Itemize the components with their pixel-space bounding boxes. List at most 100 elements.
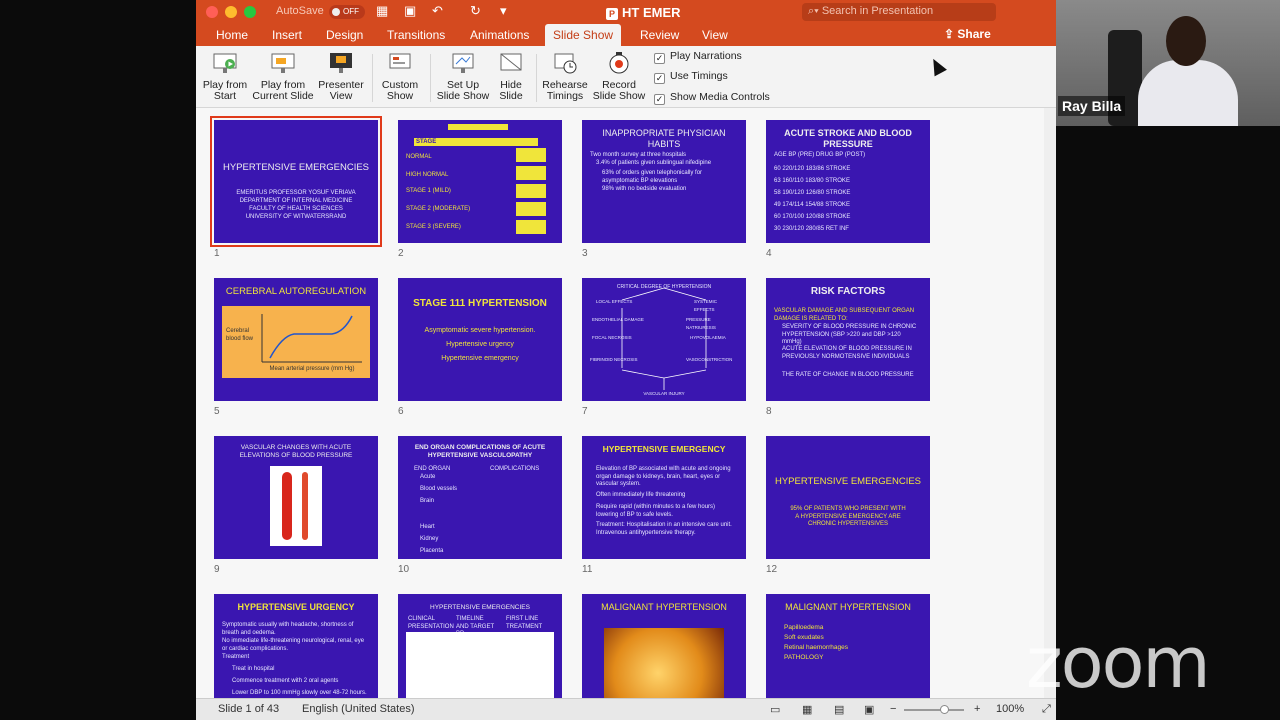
slide-thumbnail[interactable]: STAGE NORMAL HIGH NORMAL STAGE 1 (MILD) … [398,120,562,243]
slide-number: 11 [582,564,593,575]
slide-show-view-icon[interactable]: ▣ [864,703,874,716]
tab-transitions[interactable]: Transitions [379,24,453,46]
slide-thumbnail[interactable]: INAPPROPRIATE PHYSICIAN HABITS Two month… [582,120,746,243]
slide-number: 10 [398,564,410,575]
ribbon-separator [372,54,373,102]
value-cell [516,166,546,180]
normal-view-icon[interactable]: ▭ [770,703,780,716]
slide-thumbnail[interactable]: END ORGAN COMPLICATIONS OF ACUTE HYPERTE… [398,436,562,559]
slide-title: STAGE 111 HYPERTENSION [413,298,547,309]
slide-thumbnail[interactable]: CRITICAL DEGREE OF HYPERTENSION LOCAL EF… [582,278,746,401]
fit-to-window-icon[interactable]: ⤢ [1042,703,1051,716]
minimize-window-button[interactable] [225,6,237,18]
slide-thumbnail[interactable]: RISK FACTORS VASCULAR DAMAGE AND SUBSEQU… [766,278,930,401]
zoom-slider[interactable] [904,705,964,714]
slide-text: Commence treatment with 2 oral agents [232,678,339,684]
slide-thumbnail[interactable]: VASCULAR CHANGES WITH ACUTE ELEVATIONS O… [214,436,378,559]
slide-sorter-view-icon[interactable]: ▦ [802,703,812,716]
ribbon-separator [536,54,537,102]
slide-title: MALIGNANT HYPERTENSION [785,602,911,612]
zoom-window-button[interactable] [244,6,256,18]
slide-thumbnail[interactable]: HYPERTENSIVE EMERGENCIES EMERITUS PROFES… [210,116,382,247]
slide-thumbnail[interactable]: CEREBRAL AUTOREGULATION Cerebral blood f… [214,278,378,401]
zoom-out-icon[interactable]: − [890,703,896,715]
language-indicator[interactable]: English (United States) [302,703,415,715]
tab-home[interactable]: Home [208,24,256,46]
redo-icon[interactable]: ↻ [470,3,481,19]
title-bar: AutoSave OFF ▦ ▣ ↶ ↻ ▾ P HT EMER ⌕▾ Searc… [196,0,1056,24]
undo-icon[interactable]: ↶ [432,3,443,19]
value-cell [516,148,546,162]
slide-title: HYPERTENSIVE EMERGENCIES [430,604,530,611]
zoom-level[interactable]: 100% [996,703,1024,715]
tab-insert[interactable]: Insert [264,24,310,46]
slide-text: Treatment [222,654,250,660]
slide-text: 30 230/120 280/85 RET INF [774,226,849,232]
presenter-view-icon [330,53,352,73]
close-window-button[interactable] [206,6,218,18]
slide-thumbnail[interactable]: HYPERTENSIVE EMERGENCY Elevation of BP a… [582,436,746,559]
slide-title: INAPPROPRIATE PHYSICIAN HABITS [602,128,726,149]
search-input[interactable]: ⌕▾ Search in Presentation [802,3,996,21]
slide-thumbnail[interactable]: HYPERTENSIVE URGENCY Symptomatic usually… [214,594,378,698]
slide-title: HYPERTENSIVE EMERGENCIES [222,162,370,173]
share-button[interactable]: ⇪ Share [944,27,991,41]
zoom-slider-thumb[interactable] [940,705,949,714]
vessel-shape [302,472,308,540]
play-narrations-checkbox[interactable]: ✓ Play Narrations [654,50,742,64]
customize-toolbar-icon[interactable]: ▾ [500,3,507,19]
slide-title: VASCULAR CHANGES WITH ACUTE ELEVATIONS O… [239,444,353,459]
slide-number: 8 [766,406,772,417]
slide-text: 60 170/100 120/88 STROKE [774,214,851,220]
hide-slide-button[interactable]: Hide Slide [494,50,528,102]
play-from-start-button[interactable]: Play from Start [200,50,250,102]
slide-text: 49 174/114 154/88 STROKE [774,202,850,208]
tab-design[interactable]: Design [318,24,371,46]
slide-counter: Slide 1 of 43 [218,703,280,715]
tab-view[interactable]: View [694,24,736,46]
slide-thumbnail[interactable]: MALIGNANT HYPERTENSION [582,594,746,698]
slide-text: Elevation of BP associated with acute an… [596,466,731,487]
custom-show-icon [389,53,411,69]
slide-thumbnail[interactable]: STAGE 111 HYPERTENSION Asymptomatic seve… [398,278,562,401]
slide-thumbnail[interactable]: HYPERTENSIVE EMERGENCIES CLINICAL PRESEN… [398,594,562,698]
slide-number: 9 [214,564,220,575]
tab-slide-show[interactable]: Slide Show [545,24,622,46]
save-icon[interactable]: ▣ [404,3,416,19]
slide-text: AGE BP (PRE) DRUG BP (POST) [774,152,866,158]
zoom-in-icon[interactable]: + [974,703,980,715]
autosave-toggle[interactable]: OFF [329,5,365,19]
presenter-view-label: Presenter View [318,79,364,102]
slide-thumbnail[interactable]: MALIGNANT HYPERTENSION Papilloedema Soft… [766,594,930,698]
vertical-scrollbar[interactable] [1044,108,1056,698]
slide-text: No immediate life-threatening neurologic… [222,638,365,652]
slide-text: Treatment: Hospitalisation in an intensi… [596,522,732,536]
rehearse-timings-button[interactable]: Rehearse Timings [540,50,590,102]
slide-text: FACULTY OF HEALTH SCIENCES [249,206,343,212]
ribbon-separator [430,54,431,102]
custom-show-button[interactable]: Custom Show [376,50,424,102]
slide-text: Cerebral blood flow [226,328,254,342]
use-timings-checkbox[interactable]: ✓ Use Timings [654,70,728,84]
treatment-table [406,632,554,698]
record-slide-show-button[interactable]: Record Slide Show [592,50,646,102]
checkmark-icon: ✓ [654,94,665,105]
tab-review[interactable]: Review [632,24,687,46]
setup-slide-show-button[interactable]: Set Up Slide Show [434,50,492,102]
table-header-bar [448,124,508,130]
sidebar-icon[interactable]: ▦ [376,3,388,19]
presenter-view-button[interactable]: Presenter View [316,50,366,102]
tab-animations[interactable]: Animations [462,24,537,46]
slide-number: 12 [766,564,778,575]
participant-video[interactable]: Ray Billa [1056,0,1280,126]
slide-thumbnail[interactable]: ACUTE STROKE AND BLOOD PRESSURE AGE BP (… [766,120,930,243]
zoom-watermark: zoom [1026,622,1211,704]
slide-text: Acute [420,474,436,480]
reading-view-icon[interactable]: ▤ [834,703,844,716]
play-from-current-button[interactable]: Play from Current Slide [252,50,314,102]
slide-text: Treat in hospital [232,666,275,672]
play-from-current-label: Play from Current Slide [252,79,314,102]
slide-thumbnail[interactable]: HYPERTENSIVE EMERGENCIES 95% OF PATIENTS… [766,436,930,559]
show-media-controls-checkbox[interactable]: ✓ Show Media Controls [654,91,770,105]
person-body [1138,60,1238,126]
